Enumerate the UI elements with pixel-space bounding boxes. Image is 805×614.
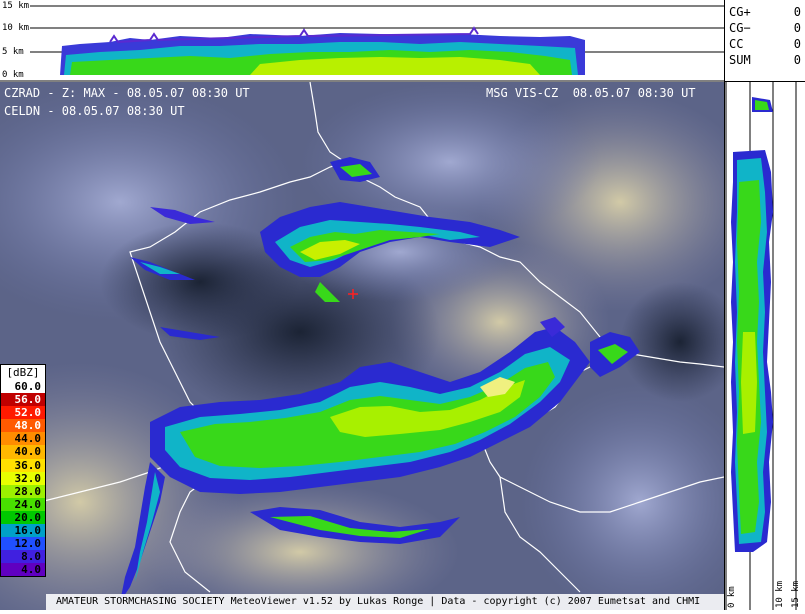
counter-cg-minus: CG− 0: [729, 22, 801, 35]
side-axis-label-15: 15 km: [791, 580, 801, 608]
legend-title: [dBZ]: [1, 365, 45, 380]
counter-value: 0: [793, 5, 801, 19]
counter-label: CC: [729, 37, 744, 51]
top-axis-label-0: 0 km: [2, 70, 24, 80]
legend-level: 44.0: [1, 432, 45, 446]
legend-level: 40.0: [1, 445, 45, 459]
counter-cc: CC 0: [729, 38, 801, 51]
counter-label: CG−: [729, 21, 751, 35]
legend-level: 12.0: [1, 537, 45, 551]
legend-level: 48.0: [1, 419, 45, 433]
legend-level: 36.0: [1, 458, 45, 472]
lightning-counter-panel: CG+ 0 CG− 0 CC 0 SUM 0: [724, 0, 805, 82]
radar-satellite-map[interactable]: CZRAD - Z: MAX - 08.05.07 08:30 UT CELDN…: [0, 82, 724, 610]
legend-level: 60.0: [1, 380, 45, 394]
legend-level: 56.0: [1, 393, 45, 407]
counter-label: SUM: [729, 53, 751, 67]
legend-rows: 60.0 56.0 52.0 48.0 44.0 40.0 36.0 32.0 28.0 24.0…: [1, 380, 45, 577]
legend-level: 20.0: [1, 510, 45, 525]
meteo-viewer: 15 km 10 km 5 km 0 km CG+ 0 CG− 0 CC 0 S…: [0, 0, 805, 610]
counter-value: 0: [793, 53, 801, 67]
counter-sum: SUM 0: [729, 54, 801, 67]
side-axis-label-10: 10 km: [775, 580, 785, 608]
counter-value: 0: [793, 37, 801, 51]
satellite-caption: MSG VIS-CZ 08.05.07 08:30 UT: [486, 86, 696, 100]
lightning-caption: CELDN - 08.05.07 08:30 UT: [4, 104, 185, 118]
counter-label: CG+: [729, 5, 751, 19]
top-axis-label-10: 10 km: [2, 23, 30, 33]
map-canvas: [0, 82, 724, 610]
legend-level: 16.0: [1, 524, 45, 538]
legend-level: 28.0: [1, 484, 45, 498]
legend-level: 32.0: [1, 471, 45, 485]
counter-value: 0: [793, 21, 801, 35]
top-height-profile: 15 km 10 km 5 km 0 km: [0, 0, 724, 82]
legend-level: 8.0: [1, 550, 45, 564]
counter-cg-plus: CG+ 0: [729, 6, 801, 19]
side-profile-plot: [725, 82, 797, 610]
legend-level: 24.0: [1, 497, 45, 511]
legend-level: 52.0: [1, 406, 45, 420]
radar-caption: CZRAD - Z: MAX - 08.05.07 08:30 UT: [4, 86, 250, 100]
footer-credits: AMATEUR STORMCHASING SOCIETY MeteoViewer…: [46, 594, 724, 610]
dbz-legend: [dBZ] 60.0 56.0 52.0 48.0 44.0 40.0 36.0 32.0 28…: [0, 364, 46, 578]
top-axis-label-5: 5 km: [2, 47, 24, 57]
top-profile-plot: [0, 5, 724, 82]
top-axis-label-15: 15 km: [2, 1, 30, 11]
side-axis-label-0: 0 km: [727, 586, 737, 608]
side-height-profile: 0 km 10 km 15 km: [724, 82, 805, 610]
legend-level: 4.0: [1, 563, 45, 577]
